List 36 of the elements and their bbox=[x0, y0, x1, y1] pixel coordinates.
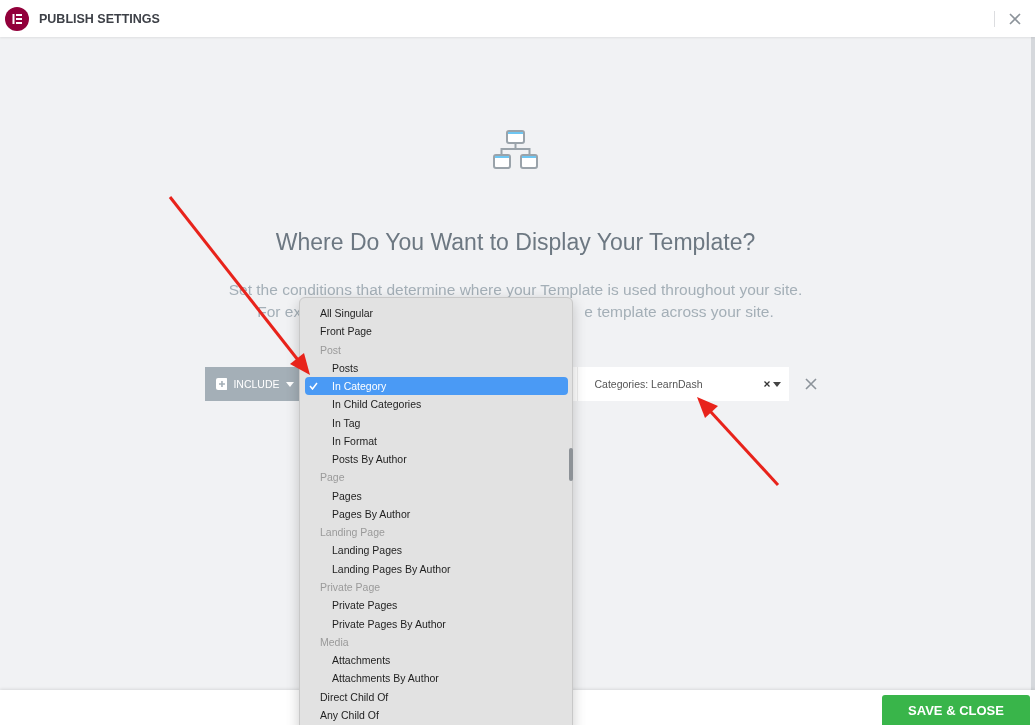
caret-icon bbox=[772, 381, 781, 387]
menu-option[interactable]: Pages By Author bbox=[305, 504, 568, 524]
remove-icon[interactable] bbox=[804, 378, 817, 390]
menu-option[interactable]: Attachments By Author bbox=[305, 669, 568, 688]
menu-option[interactable]: Any Child Of bbox=[305, 705, 568, 725]
group-label: Media bbox=[319, 634, 350, 650]
scrollbar-thumb[interactable] bbox=[569, 448, 573, 481]
close-icon[interactable] bbox=[1009, 12, 1021, 25]
menu-option[interactable]: All Singular bbox=[305, 304, 568, 323]
logo-icon bbox=[5, 6, 29, 31]
menu-option[interactable]: Posts bbox=[305, 358, 568, 378]
menu-option[interactable]: Landing Pages bbox=[305, 541, 568, 560]
menu-option[interactable]: Posts By Author bbox=[305, 450, 568, 469]
check-icon bbox=[309, 382, 318, 391]
heading: Where Do You Want to Display Your Template? bbox=[275, 229, 756, 256]
menu-option[interactable]: Private Pages By Author bbox=[305, 614, 568, 633]
dialog-title: PUBLISH SETTINGS bbox=[39, 11, 160, 26]
caret-icon bbox=[285, 381, 294, 387]
group-label: Post bbox=[319, 342, 342, 358]
hierarchy-icon bbox=[492, 129, 539, 171]
menu-option[interactable]: Attachments bbox=[305, 651, 568, 670]
group-label: Page bbox=[319, 470, 346, 486]
plus-icon bbox=[215, 378, 228, 390]
clear-icon[interactable] bbox=[763, 381, 770, 387]
menu-option[interactable]: Landing Pages By Author bbox=[305, 559, 568, 578]
description-text: e template across your site. bbox=[584, 303, 774, 321]
menu-option[interactable]: In Child Categories bbox=[305, 395, 568, 414]
menu-option[interactable]: Pages bbox=[305, 486, 568, 505]
menu-option[interactable]: Direct Child Of bbox=[305, 687, 568, 706]
group-label: Private Page bbox=[319, 580, 382, 595]
menu-option[interactable]: Front Page bbox=[305, 322, 568, 341]
menu-option[interactable]: In Tag bbox=[305, 413, 568, 432]
category-select[interactable]: Categories: LearnDash bbox=[576, 367, 789, 401]
menu-option[interactable]: Private Pages bbox=[305, 596, 568, 615]
menu-option[interactable]: In Format bbox=[305, 431, 568, 451]
group-label: Landing Page bbox=[319, 525, 386, 541]
